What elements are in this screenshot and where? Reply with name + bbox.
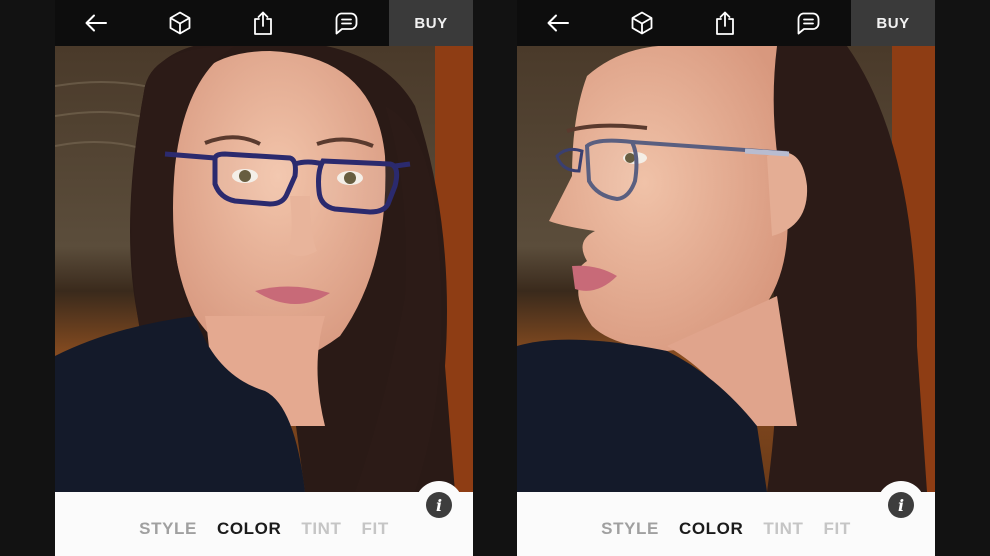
buy-button[interactable]: BUY [389, 0, 473, 46]
chat-button[interactable] [332, 9, 360, 37]
tab-color[interactable]: COLOR [679, 517, 743, 541]
option-tabs: STYLE COLOR TINT FIT [517, 517, 935, 541]
try-on-photo-profile[interactable] [517, 46, 935, 492]
info-icon: i [897, 495, 905, 515]
chat-bubble-icon [335, 12, 358, 35]
chat-button[interactable] [794, 9, 822, 37]
toolbar: BUY [517, 0, 935, 46]
info-button[interactable]: i [426, 492, 452, 518]
3d-cube-icon [169, 11, 191, 35]
try-on-photo-front[interactable] [55, 46, 473, 492]
share-icon [254, 11, 272, 35]
3d-cube-icon [631, 11, 653, 35]
buy-button[interactable]: BUY [851, 0, 935, 46]
toolbar: BUY [55, 0, 473, 46]
tab-color[interactable]: COLOR [217, 517, 281, 541]
phone-screen-front: BUY i STYLE COLOR TINT FIT [55, 0, 473, 556]
info-icon: i [435, 495, 443, 515]
share-button[interactable] [711, 9, 739, 37]
tab-tint[interactable]: TINT [301, 517, 341, 541]
tab-fit[interactable]: FIT [362, 517, 389, 541]
tab-tint[interactable]: TINT [763, 517, 803, 541]
back-button[interactable] [82, 9, 110, 37]
3d-view-button[interactable] [166, 9, 194, 37]
back-button[interactable] [544, 9, 572, 37]
info-button[interactable]: i [888, 492, 914, 518]
share-icon [716, 11, 734, 35]
tab-fit[interactable]: FIT [824, 517, 851, 541]
option-tabs: STYLE COLOR TINT FIT [55, 517, 473, 541]
arrow-left-icon [85, 14, 107, 32]
3d-view-button[interactable] [628, 9, 656, 37]
share-button[interactable] [249, 9, 277, 37]
tab-style[interactable]: STYLE [139, 517, 197, 541]
tab-style[interactable]: STYLE [601, 517, 659, 541]
chat-bubble-icon [797, 12, 820, 35]
phone-screen-profile: BUY i STYLE COLOR TINT FIT [517, 0, 935, 556]
arrow-left-icon [547, 14, 569, 32]
